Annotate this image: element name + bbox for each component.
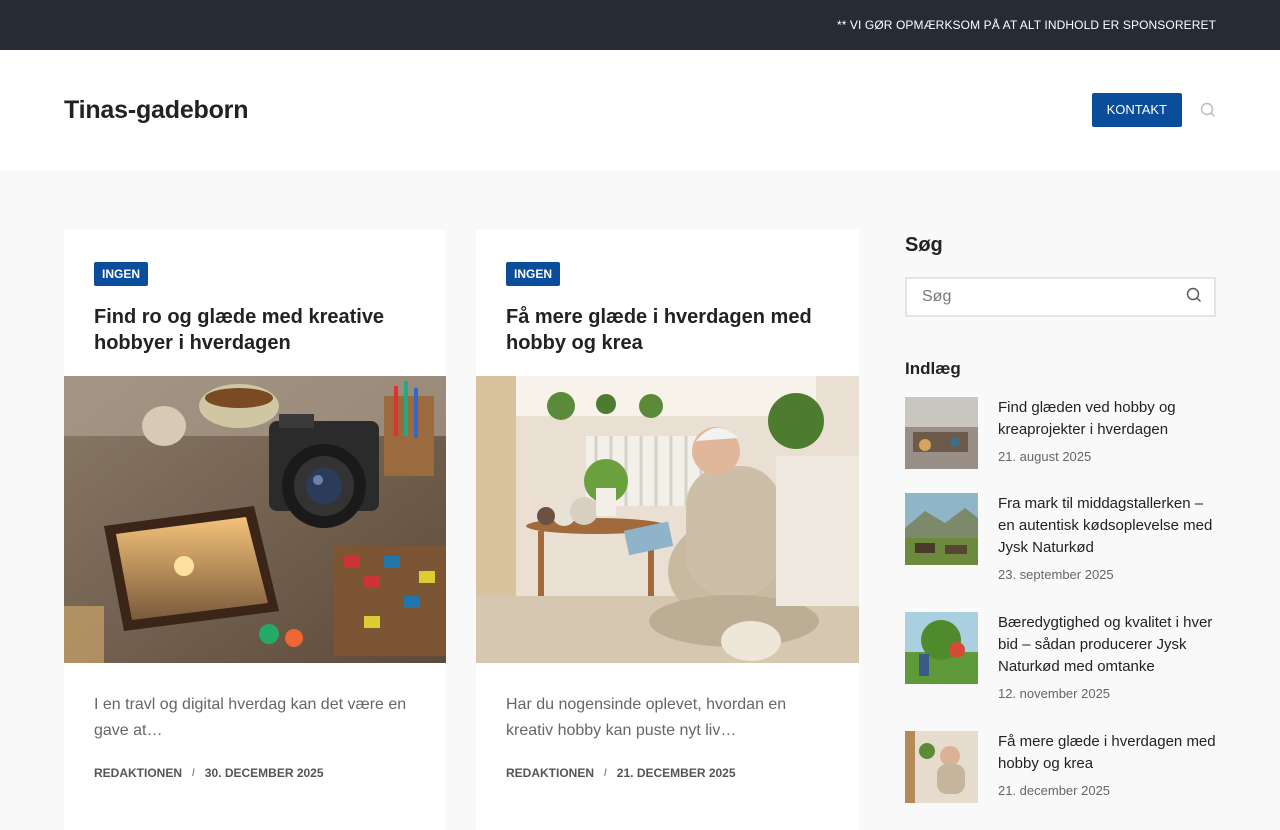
category-badge[interactable]: INGEN	[94, 262, 149, 286]
post-date: 21. DECEMBER 2025	[616, 766, 736, 780]
post-meta: REDAKTIONEN / 30. DECEMBER 2025	[94, 766, 324, 780]
post-card: INGEN Find ro og glæde med kreative hobb…	[64, 230, 446, 830]
sidebar: Søg Indlæg Find glæden ved hobby og krea…	[905, 230, 1216, 827]
post-image-hobby-camera[interactable]	[64, 376, 446, 663]
post-date: 21. december 2025	[998, 783, 1111, 798]
post-date: 30. DECEMBER 2025	[204, 766, 324, 780]
post-date: 23. september 2025	[998, 567, 1114, 582]
post-thumbnail[interactable]	[905, 731, 978, 803]
list-item[interactable]: Få mere glæde i hverdagen med hobby og k…	[905, 731, 1216, 827]
search-widget-title: Søg	[905, 234, 943, 256]
site-header: Tinas-gadeborn KONTAKT	[0, 50, 1280, 170]
post-link[interactable]: Find glæden ved hobby og kreaprojekter i…	[998, 397, 1216, 441]
post-meta: REDAKTIONEN / 21. DECEMBER 2025	[506, 766, 736, 780]
category-badge[interactable]: INGEN	[506, 262, 561, 286]
post-link[interactable]: Fra mark til middagstallerken – en auten…	[998, 493, 1216, 559]
post-excerpt: I en travl og digital hverdag kan det væ…	[94, 696, 407, 739]
post-date: 12. november 2025	[998, 686, 1111, 701]
list-item[interactable]: Bæredygtighed og kvalitet i hver bid – s…	[905, 612, 1216, 731]
post-thumbnail[interactable]	[905, 612, 978, 684]
meta-separator: /	[192, 767, 195, 779]
post-thumbnail[interactable]	[905, 397, 978, 469]
post-link[interactable]: Bæredygtighed og kvalitet i hver bid – s…	[998, 612, 1216, 678]
post-author[interactable]: REDAKTIONEN	[94, 766, 182, 780]
post-title[interactable]: Find ro og glæde med kreative hobbyer i …	[94, 304, 424, 356]
post-excerpt: Har du nogensinde oplevet, hvordan en kr…	[506, 696, 787, 739]
post-image-elderly-crafting[interactable]	[476, 376, 859, 663]
recent-posts-title: Indlæg	[905, 359, 961, 378]
contact-button[interactable]: KONTAKT	[1091, 93, 1182, 127]
recent-posts-list: Find glæden ved hobby og kreaprojekter i…	[905, 397, 1216, 827]
post-card: INGEN Få mere glæde i hverdagen med hobb…	[476, 230, 859, 830]
meta-separator: /	[604, 767, 607, 779]
header-nav: KONTAKT	[1091, 93, 1216, 127]
post-thumbnail[interactable]	[905, 493, 978, 565]
search-input[interactable]	[922, 288, 1162, 306]
search-icon[interactable]	[1200, 102, 1216, 118]
post-date: 21. august 2025	[998, 449, 1092, 464]
post-title[interactable]: Få mere glæde i hverdagen med hobby og k…	[506, 304, 836, 356]
top-notice-bar: ** VI GØR OPMÆRKSOM PÅ AT ALT INDHOLD ER…	[0, 0, 1280, 50]
search-icon[interactable]	[1186, 287, 1202, 308]
sidebar-search	[905, 277, 1216, 317]
site-logo[interactable]: Tinas-gadeborn	[64, 96, 248, 125]
list-item[interactable]: Find glæden ved hobby og kreaprojekter i…	[905, 397, 1216, 493]
post-author[interactable]: REDAKTIONEN	[506, 766, 594, 780]
list-item[interactable]: Fra mark til middagstallerken – en auten…	[905, 493, 1216, 612]
post-link[interactable]: Få mere glæde i hverdagen med hobby og k…	[998, 731, 1216, 775]
sponsored-notice: ** VI GØR OPMÆRKSOM PÅ AT ALT INDHOLD ER…	[836, 18, 1216, 32]
main-content: INGEN Find ro og glæde med kreative hobb…	[0, 170, 1280, 830]
